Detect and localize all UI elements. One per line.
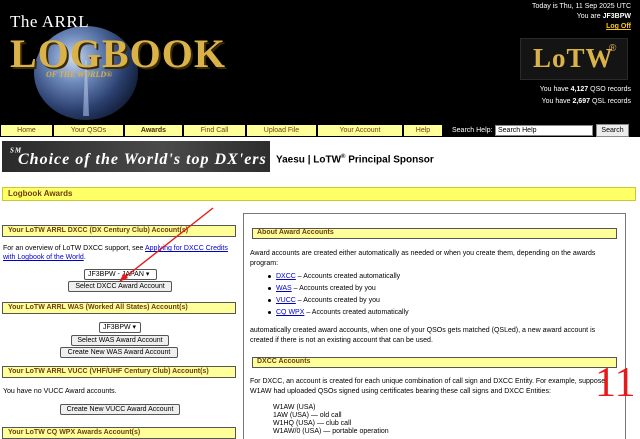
vucc-no-accounts-text: You have no VUCC Award accounts.: [3, 388, 117, 395]
vucc-account-header: Your LoTW ARRL VUCC (VHF/UHF Century Clu…: [2, 366, 236, 378]
main-nav: Home Your QSOs Awards Find Call Upload F…: [0, 123, 640, 137]
dxcc-accounts-text: For DXCC, an account is created for each…: [250, 378, 606, 395]
nav-awards[interactable]: Awards: [125, 125, 182, 136]
dxcc-program-link[interactable]: DXCC: [276, 273, 296, 280]
dxcc-accounts-header: DXCC Accounts: [252, 357, 617, 368]
award-programs-list: DXCC – Accounts created automatically WA…: [268, 271, 409, 319]
select-dxcc-award-button[interactable]: Select DXCC Award Account: [68, 281, 172, 292]
lotw-logo: LoTW ®: [520, 38, 628, 80]
example-callsigns: W1AW (USA) 1AW (USA) — old call W1HQ (US…: [273, 404, 389, 436]
page-title-bar: Logbook Awards: [2, 187, 636, 201]
nav-upload-file[interactable]: Upload File: [247, 125, 316, 136]
auto-created-text: automatically created award accounts, wh…: [250, 327, 596, 344]
list-item: W1AW (USA): [273, 404, 316, 411]
wpx-account-header: Your LoTW CQ WPX Awards Account(s): [2, 427, 236, 439]
nav-help[interactable]: Help: [404, 125, 442, 136]
you-are-line: You are JF3BPW: [576, 13, 631, 20]
principal-sponsor-text: Yaesu | LoTW® Principal Sponsor: [276, 154, 434, 166]
search-help-input[interactable]: [495, 125, 593, 136]
create-vucc-award-button[interactable]: Create New VUCC Award Account: [60, 404, 180, 415]
nav-home[interactable]: Home: [1, 125, 52, 136]
was-program-link[interactable]: WAS: [276, 285, 292, 292]
about-award-accounts-header: About Award Accounts: [252, 228, 617, 239]
logo-line-world: OF THE WORLD®: [46, 70, 113, 79]
list-item: WAS – Accounts created by you: [268, 283, 409, 295]
logoff-link[interactable]: Log Off: [606, 23, 631, 30]
qso-count-line: You have 4,127 QSO records: [539, 86, 631, 93]
list-item: DXCC – Accounts created automatically: [268, 271, 409, 283]
list-item: 1AW (USA) — old call: [273, 412, 342, 419]
nav-find-call[interactable]: Find Call: [184, 125, 245, 136]
nav-your-qsos[interactable]: Your QSOs: [54, 125, 123, 136]
callsign: JF3BPW: [602, 13, 631, 20]
cq-wpx-program-link[interactable]: CQ WPX: [276, 309, 304, 316]
user-info: Today is Thu, 11 Sep 2025 UTC You are JF…: [532, 2, 631, 32]
list-item: W1HQ (USA) — club call: [273, 420, 352, 427]
about-award-text: Award accounts are created either automa…: [250, 250, 596, 267]
nav-your-account[interactable]: Your Account: [318, 125, 402, 136]
banner-tagline: Choice of the World's top DX'ers SM: [10, 146, 267, 168]
arrl-logbook-logo[interactable]: The ARRL LOGBOOK OF THE WORLD®: [6, 4, 225, 120]
qsl-count: 2,697: [572, 98, 590, 105]
lotw-logo-reg: ®: [609, 43, 617, 54]
dxcc-overview-text: For an overview of LoTW DXCC support, se…: [3, 245, 228, 261]
annotation-number: 11: [595, 360, 636, 406]
list-item: W1AW/0 (USA) — portable operation: [273, 428, 389, 435]
lotw-logo-text: LoTW: [533, 43, 614, 73]
select-was-award-button[interactable]: Select WAS Award Account: [71, 335, 169, 346]
record-counts: You have 4,127 QSO records You have 2,69…: [540, 84, 631, 108]
vucc-program-link[interactable]: VUCC: [276, 297, 296, 304]
qsl-count-line: You have 2,697 QSL records: [541, 98, 631, 105]
was-account-header: Your LoTW ARRL WAS (Worked All States) A…: [2, 302, 236, 314]
create-was-award-button[interactable]: Create New WAS Award Account: [60, 347, 178, 358]
list-item: VUCC – Accounts created by you: [268, 295, 409, 307]
page-title: Logbook Awards: [8, 189, 73, 198]
sponsor-banner[interactable]: Choice of the World's top DX'ers SM: [2, 141, 270, 172]
list-item: CQ WPX – Accounts created automatically: [268, 307, 409, 319]
qso-count: 4,127: [570, 86, 589, 93]
about-award-accounts-panel: About Award Accounts Award accounts are …: [243, 213, 626, 439]
logo-line-arrl: The ARRL: [10, 12, 90, 31]
site-header: The ARRL LOGBOOK OF THE WORLD® Today is …: [0, 0, 640, 123]
was-account-select[interactable]: JF3BPW ▾: [99, 322, 141, 333]
search-help-label: Search Help:: [452, 127, 493, 134]
dxcc-account-header: Your LoTW ARRL DXCC (DX Century Club) Ac…: [2, 225, 236, 237]
logo-line-logbook: LOGBOOK: [10, 31, 226, 76]
search-button[interactable]: Search: [596, 124, 629, 137]
date-line: Today is Thu, 11 Sep 2025 UTC: [532, 3, 631, 10]
dxcc-account-select[interactable]: JF3BPW - JAPAN ▾: [84, 269, 157, 280]
